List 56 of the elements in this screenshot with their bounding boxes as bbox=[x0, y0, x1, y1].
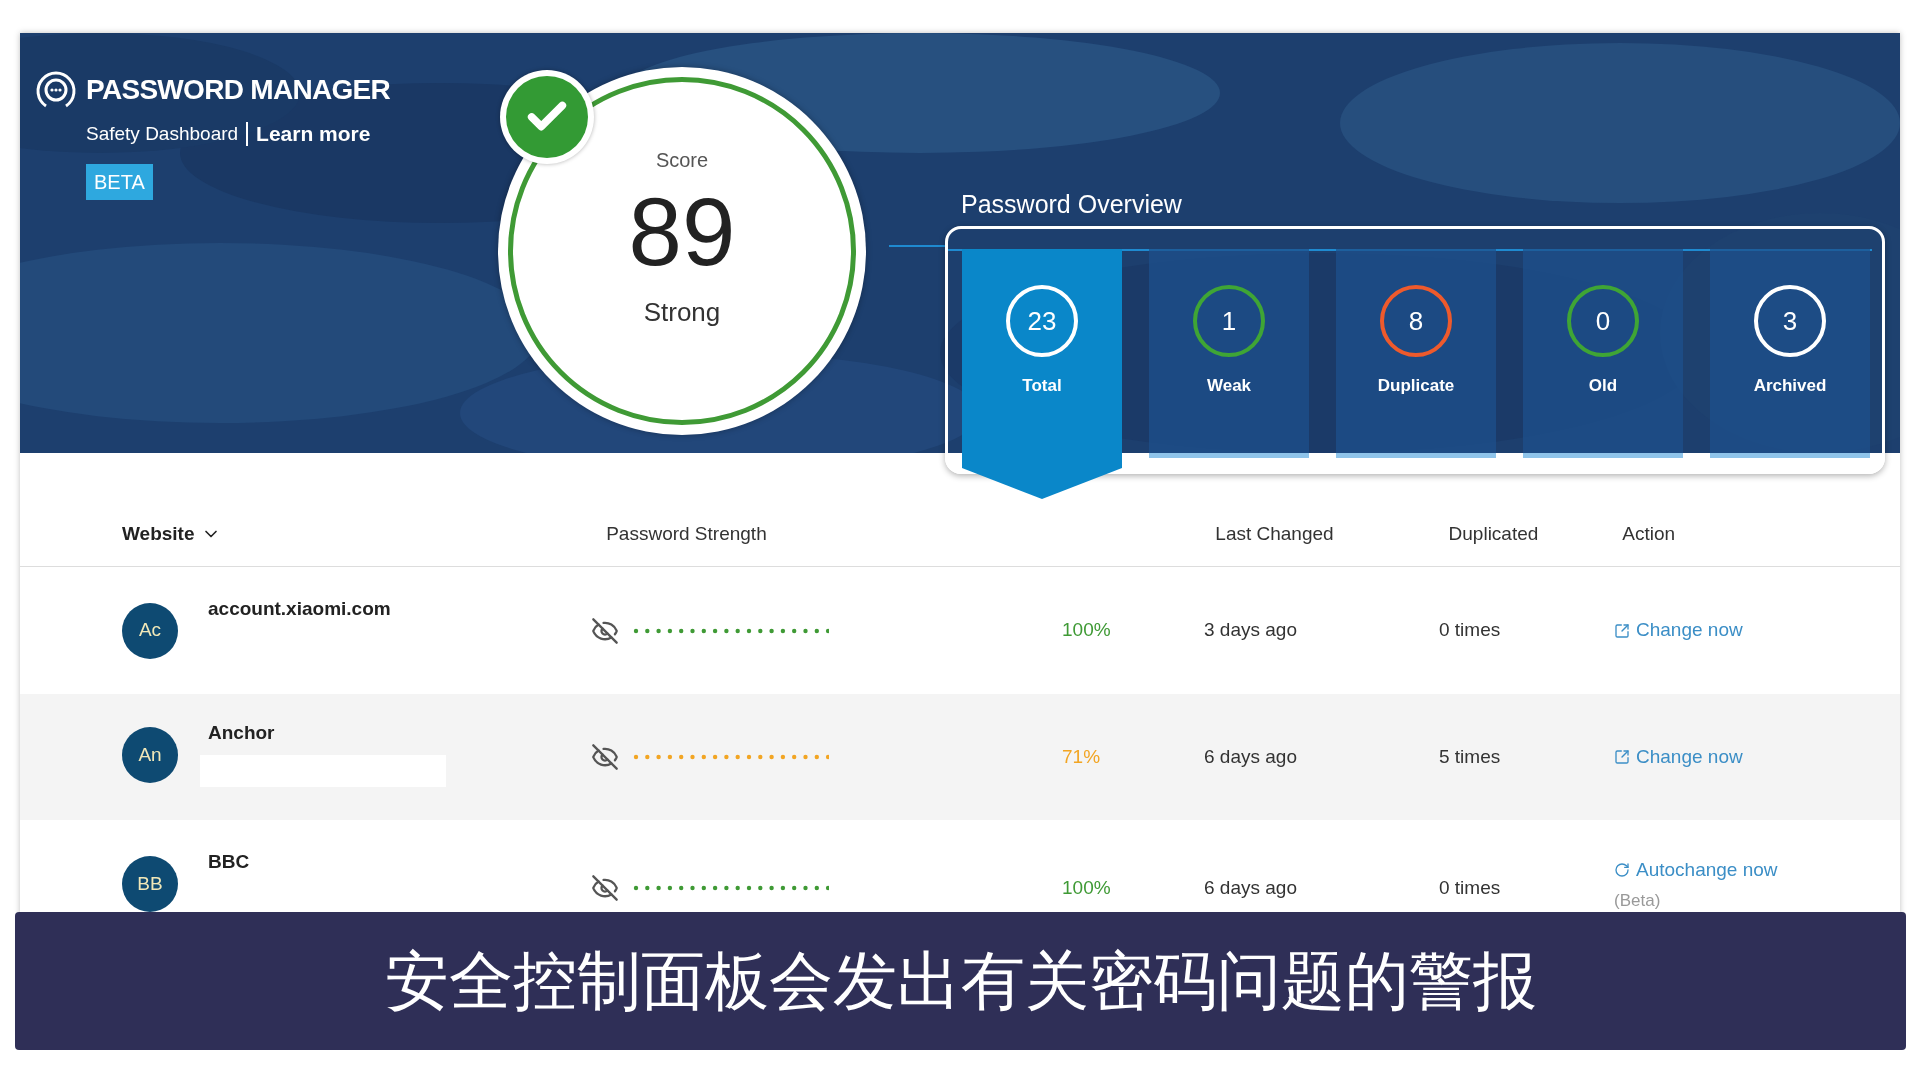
column-header[interactable]: Last Changed bbox=[1215, 520, 1334, 549]
website-avatar: BB bbox=[122, 856, 178, 912]
strength-percent: 100% bbox=[1062, 618, 1112, 643]
caption-text: 安全控制面板会发出有关密码问题的警报 bbox=[384, 944, 1537, 1019]
website-avatar: Ac bbox=[122, 602, 178, 659]
learn-more-link[interactable]: Learn more bbox=[256, 118, 371, 150]
overview-title: Password Overview bbox=[961, 190, 1183, 218]
website-name: account.xiaomi.com bbox=[208, 596, 391, 621]
beta-badge: BETA bbox=[86, 163, 153, 200]
hide-password-icon[interactable] bbox=[591, 874, 619, 902]
refresh-icon bbox=[1614, 862, 1630, 879]
hide-password-icon[interactable] bbox=[591, 743, 619, 771]
count-ring: 0 bbox=[1567, 285, 1639, 357]
website-name: BBC bbox=[208, 850, 250, 874]
column-header[interactable]: Action bbox=[1622, 520, 1676, 549]
duplicated-count: 5 times bbox=[1439, 744, 1502, 769]
duplicated-count: 0 times bbox=[1439, 618, 1502, 643]
column-header[interactable]: Duplicated bbox=[1448, 520, 1539, 549]
overview-tile[interactable]: 8 Duplicate bbox=[1336, 249, 1496, 458]
strength-percent: 71% bbox=[1062, 744, 1102, 769]
website-name: Anchor bbox=[208, 720, 276, 745]
hide-password-icon[interactable] bbox=[591, 616, 619, 645]
table-row[interactable]: An Anchor 71% 6 days ago 5 times Change now bbox=[20, 694, 1900, 820]
tile-label: Total bbox=[1022, 375, 1062, 397]
score-rating: Strong bbox=[643, 296, 721, 329]
website-avatar: An bbox=[122, 726, 178, 783]
count-ring: 3 bbox=[1754, 285, 1826, 357]
overview-tile[interactable]: 3 Archived bbox=[1710, 249, 1870, 458]
app-title: PASSWORD MANAGER bbox=[86, 73, 391, 107]
tile-label: Archived bbox=[1753, 375, 1827, 397]
count-ring: 23 bbox=[1006, 285, 1078, 357]
count-ring: 8 bbox=[1380, 285, 1452, 357]
last-changed: 3 days ago bbox=[1204, 618, 1298, 643]
tile-label: Old bbox=[1588, 375, 1618, 397]
duplicated-count: 0 times bbox=[1439, 876, 1502, 900]
last-changed: 6 days ago bbox=[1204, 876, 1298, 900]
overview-tile[interactable]: 0 Old bbox=[1523, 249, 1683, 458]
column-header[interactable]: Website bbox=[122, 520, 221, 549]
tile-label: Duplicate bbox=[1377, 375, 1455, 397]
external-link-icon bbox=[1614, 622, 1630, 639]
column-header[interactable]: Password Strength bbox=[606, 520, 767, 549]
score-label: Score bbox=[655, 148, 709, 173]
table-row[interactable]: Ac account.xiaomi.com 100% 3 days ago 0 times Change now bbox=[20, 567, 1900, 694]
overview-tile[interactable]: 1 Weak bbox=[1149, 249, 1309, 458]
beta-note: (Beta) bbox=[1614, 890, 1662, 911]
table-row[interactable]: BB BBC 100% 6 days ago 0 times Autochange now (Beta) bbox=[20, 820, 1900, 912]
last-changed: 6 days ago bbox=[1204, 744, 1298, 769]
count-ring: 1 bbox=[1193, 285, 1265, 357]
action-link[interactable]: Autochange now bbox=[1614, 856, 1778, 885]
pointer-icon bbox=[962, 468, 1122, 499]
strength-percent: 100% bbox=[1062, 876, 1112, 900]
action-link[interactable]: Change now bbox=[1614, 616, 1743, 645]
tile-label: Weak bbox=[1206, 375, 1252, 397]
external-link-icon bbox=[1614, 749, 1630, 765]
score-value: 89 bbox=[628, 177, 736, 287]
page-subtitle: Safety Dashboard bbox=[86, 121, 239, 146]
